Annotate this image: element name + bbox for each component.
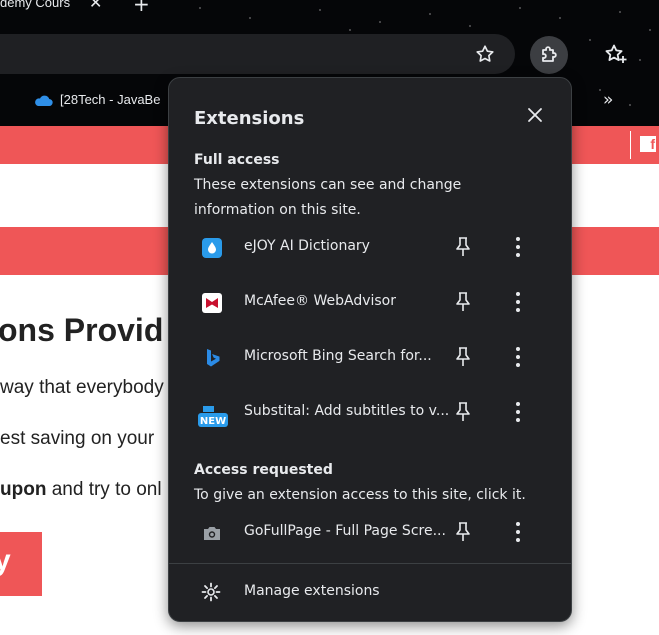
page-text-line-3-rest: and try to onl bbox=[51, 479, 162, 500]
more-options-icon[interactable] bbox=[514, 520, 522, 544]
facebook-icon: f bbox=[640, 136, 656, 152]
extension-name: GoFullPage - Full Page Scre... bbox=[244, 523, 446, 539]
extension-item-bing[interactable]: Microsoft Bing Search for... bbox=[169, 333, 571, 387]
more-options-icon[interactable] bbox=[514, 345, 522, 369]
new-tab-icon[interactable]: + bbox=[133, 0, 150, 16]
divider bbox=[169, 563, 571, 564]
page-text-line-3: upon and try to onl bbox=[0, 479, 162, 501]
new-badge: NEW bbox=[200, 416, 226, 427]
extension-item-gofullpage[interactable]: GoFullPage - Full Page Scre... bbox=[169, 508, 571, 562]
access-requested-description: To give an extension access to this site… bbox=[194, 487, 526, 503]
tab-title[interactable]: demy Cours bbox=[0, 0, 70, 10]
extension-name: McAfee® WebAdvisor bbox=[244, 293, 396, 309]
extension-name: eJOY AI Dictionary bbox=[244, 238, 370, 254]
cta-button[interactable]: y bbox=[0, 532, 42, 596]
full-access-title: Full access bbox=[194, 152, 280, 168]
popup-title: Extensions bbox=[194, 108, 305, 129]
manage-extensions-label: Manage extensions bbox=[244, 583, 380, 599]
extension-item-substital[interactable]: NEW Substital: Add subtitles to v... bbox=[169, 388, 571, 442]
bold-word: upon bbox=[0, 479, 47, 500]
puzzle-icon bbox=[542, 46, 557, 62]
tab-close-icon[interactable]: ✕ bbox=[89, 0, 102, 12]
page-heading: ons Provid bbox=[0, 312, 164, 348]
pin-icon[interactable] bbox=[454, 401, 472, 423]
cta-label: y bbox=[0, 544, 11, 577]
onedrive-icon bbox=[35, 95, 53, 107]
pin-icon[interactable] bbox=[454, 521, 472, 543]
full-access-description: These extensions can see and change info… bbox=[194, 177, 462, 218]
manage-extensions-button[interactable]: Manage extensions bbox=[169, 573, 571, 611]
pin-icon[interactable] bbox=[454, 346, 472, 368]
close-icon[interactable] bbox=[526, 106, 544, 124]
pin-icon[interactable] bbox=[454, 291, 472, 313]
extensions-button[interactable] bbox=[530, 36, 568, 74]
extension-name: Microsoft Bing Search for... bbox=[244, 348, 432, 364]
extension-name: Substital: Add subtitles to v... bbox=[244, 403, 450, 419]
more-bookmarks-button[interactable]: » bbox=[603, 90, 613, 110]
more-options-icon[interactable] bbox=[514, 400, 522, 424]
extension-item-ejoy[interactable]: eJOY AI Dictionary bbox=[169, 223, 571, 277]
camera-icon bbox=[204, 527, 220, 540]
bookmark-star-icon[interactable] bbox=[474, 43, 496, 65]
gear-icon bbox=[201, 582, 221, 602]
page-text-line-2: est saving on your bbox=[0, 428, 155, 449]
bookmark-label: [28Tech - JavaBe bbox=[60, 92, 161, 107]
pin-icon[interactable] bbox=[454, 236, 472, 258]
favorites-icon[interactable] bbox=[604, 42, 628, 66]
extensions-popup: Extensions Full access These extensions … bbox=[168, 77, 572, 622]
extension-item-mcafee[interactable]: McAfee® WebAdvisor bbox=[169, 278, 571, 332]
address-bar[interactable] bbox=[0, 34, 515, 74]
mcafee-icon bbox=[202, 293, 222, 313]
access-requested-title: Access requested bbox=[194, 462, 333, 478]
bing-icon bbox=[207, 349, 220, 367]
more-options-icon[interactable] bbox=[514, 235, 522, 259]
ejoy-icon bbox=[202, 238, 222, 258]
more-options-icon[interactable] bbox=[514, 290, 522, 314]
page-text-line-1: way that everybody bbox=[0, 377, 164, 398]
substital-icon: NEW bbox=[198, 406, 228, 427]
facebook-link[interactable]: f bbox=[630, 131, 659, 159]
